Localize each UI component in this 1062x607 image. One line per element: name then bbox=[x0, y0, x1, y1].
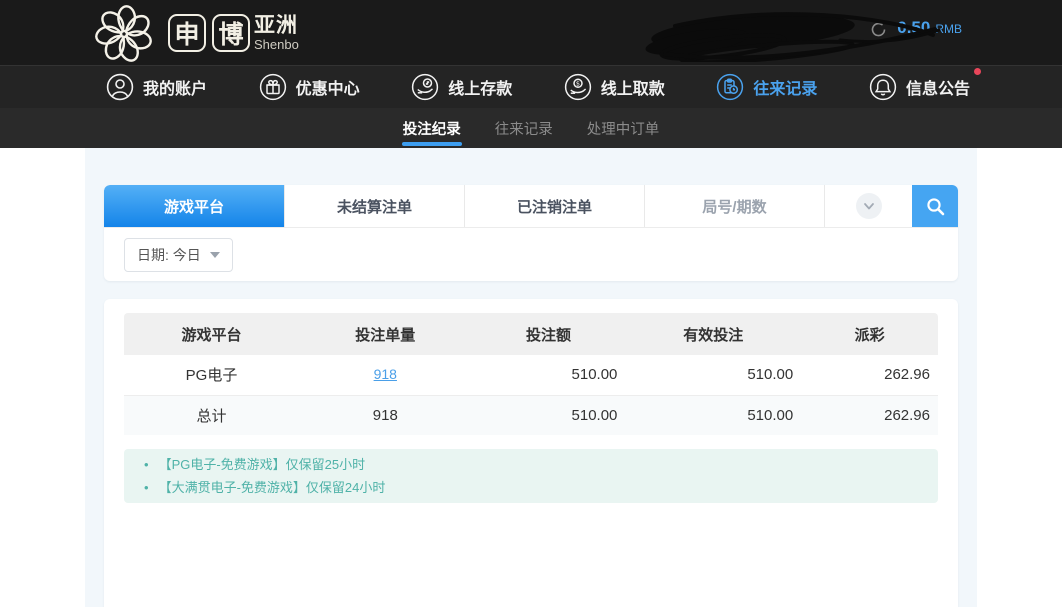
col-header-bet-amount: 投注额 bbox=[472, 313, 626, 355]
nav-label: 往来记录 bbox=[753, 75, 817, 99]
svg-text:$: $ bbox=[576, 80, 580, 88]
filter-tab-unsettled[interactable]: 未结算注单 bbox=[284, 185, 464, 227]
col-header-bet-count: 投注单量 bbox=[299, 313, 472, 355]
promo-notes: • 【PG电子-免费游戏】仅保留25小时 • 【大满贯电子-免费游戏】仅保留24… bbox=[124, 449, 938, 503]
subtab-bet-records[interactable]: 投注纪录 bbox=[402, 108, 462, 148]
nav-item-my-account[interactable]: 我的账户 bbox=[106, 73, 207, 101]
logo-region-en: Shenbo bbox=[254, 38, 299, 51]
note-text: 【大满贯电子-免费游戏】仅保留24小时 bbox=[159, 477, 386, 498]
date-filter-row: 日期: 今日 bbox=[104, 228, 958, 281]
user-icon bbox=[106, 73, 134, 101]
balance-currency: RMB bbox=[935, 22, 962, 36]
total-label: 总计 bbox=[124, 395, 299, 435]
bullet-icon: • bbox=[144, 454, 149, 475]
filter-tab-game-platform[interactable]: 游戏平台 bbox=[104, 185, 284, 227]
date-selector-label: 日期: 今日 bbox=[137, 245, 201, 265]
col-header-payout: 派彩 bbox=[801, 313, 938, 355]
table-row: PG电子 918 510.00 510.00 262.96 bbox=[124, 355, 938, 395]
filter-card: 游戏平台 未结算注单 已注销注单 局号/期数 bbox=[104, 185, 958, 281]
nav-item-announcements[interactable]: 信息公告 bbox=[869, 73, 970, 101]
date-selector[interactable]: 日期: 今日 bbox=[124, 238, 233, 272]
gift-icon bbox=[259, 73, 287, 101]
logo-region: 亚洲 Shenbo bbox=[254, 15, 299, 51]
account-balance: 0.50 RMB bbox=[897, 18, 962, 38]
cell-valid-bet: 510.00 bbox=[625, 355, 801, 395]
deposit-icon bbox=[411, 73, 439, 101]
cell-payout: 262.96 bbox=[801, 355, 938, 395]
caret-down-icon bbox=[210, 252, 220, 258]
nav-item-promotions[interactable]: 优惠中心 bbox=[259, 73, 360, 101]
search-button[interactable] bbox=[912, 185, 958, 227]
filter-tab-row: 游戏平台 未结算注单 已注销注单 局号/期数 bbox=[104, 185, 958, 228]
note-line: • 【大满贯电子-免费游戏】仅保留24小时 bbox=[138, 476, 924, 499]
nav-label: 线上取款 bbox=[601, 75, 665, 99]
sub-nav: 投注纪录 往来记录 处理中订单 bbox=[0, 108, 1062, 148]
flower-logo-icon bbox=[86, 2, 164, 64]
nav-item-records[interactable]: 往来记录 bbox=[716, 73, 817, 101]
cell-platform: PG电子 bbox=[124, 355, 299, 395]
filter-tab-cancelled[interactable]: 已注销注单 bbox=[464, 185, 644, 227]
notification-badge bbox=[974, 68, 981, 75]
chevron-circle bbox=[856, 193, 882, 219]
main-content: 游戏平台 未结算注单 已注销注单 局号/期数 bbox=[0, 148, 1062, 607]
expand-dropdown[interactable] bbox=[824, 185, 912, 227]
results-card: 游戏平台 投注单量 投注额 有效投注 派彩 PG电子 918 510.00 51… bbox=[104, 299, 958, 607]
nav-item-deposit[interactable]: 线上存款 bbox=[411, 73, 512, 101]
col-header-valid-bet: 有效投注 bbox=[625, 313, 801, 355]
nav-label: 我的账户 bbox=[143, 75, 207, 99]
logo-char-box: 申 bbox=[168, 14, 206, 52]
nav-label: 优惠中心 bbox=[296, 75, 360, 99]
logo-characters: 申 博 bbox=[168, 14, 250, 52]
search-icon bbox=[925, 196, 946, 217]
content-column: 游戏平台 未结算注单 已注销注单 局号/期数 bbox=[85, 148, 977, 607]
bell-icon bbox=[869, 73, 897, 101]
logo-char-box: 博 bbox=[212, 14, 250, 52]
refresh-balance-icon[interactable] bbox=[869, 20, 888, 39]
table-total-row: 总计 918 510.00 510.00 262.96 bbox=[124, 395, 938, 435]
total-bet-amount: 510.00 bbox=[472, 395, 626, 435]
bet-count-link[interactable]: 918 bbox=[374, 366, 397, 382]
nav-label: 信息公告 bbox=[906, 75, 970, 99]
note-line: • 【PG电子-免费游戏】仅保留25小时 bbox=[138, 453, 924, 476]
total-valid-bet: 510.00 bbox=[625, 395, 801, 435]
site-logo[interactable]: 申 博 亚洲 Shenbo bbox=[86, 2, 299, 64]
col-header-platform: 游戏平台 bbox=[124, 313, 299, 355]
note-text: 【PG电子-免费游戏】仅保留25小时 bbox=[159, 454, 366, 475]
subtab-transaction-records[interactable]: 往来记录 bbox=[494, 108, 554, 148]
total-payout: 262.96 bbox=[801, 395, 938, 435]
records-icon bbox=[716, 73, 744, 101]
bullet-icon: • bbox=[144, 477, 149, 498]
nav-item-withdraw[interactable]: $ 线上取款 bbox=[564, 73, 665, 101]
bet-summary-table: 游戏平台 投注单量 投注额 有效投注 派彩 PG电子 918 510.00 51… bbox=[124, 313, 938, 435]
chevron-down-icon bbox=[861, 198, 877, 214]
total-count: 918 bbox=[299, 395, 472, 435]
nav-label: 线上存款 bbox=[448, 75, 512, 99]
top-header: 申 博 亚洲 Shenbo 0.50 RMB bbox=[0, 0, 1062, 65]
withdraw-icon: $ bbox=[564, 73, 592, 101]
cell-bet-amount: 510.00 bbox=[472, 355, 626, 395]
main-nav: 我的账户 优惠中心 线上存款 bbox=[0, 65, 1062, 108]
balance-amount: 0.50 bbox=[897, 18, 930, 38]
logo-region-cn: 亚洲 bbox=[254, 15, 299, 36]
round-number-input[interactable]: 局号/期数 bbox=[644, 185, 824, 227]
table-header-row: 游戏平台 投注单量 投注额 有效投注 派彩 bbox=[124, 313, 938, 355]
subtab-processing-orders[interactable]: 处理中订单 bbox=[586, 108, 661, 148]
